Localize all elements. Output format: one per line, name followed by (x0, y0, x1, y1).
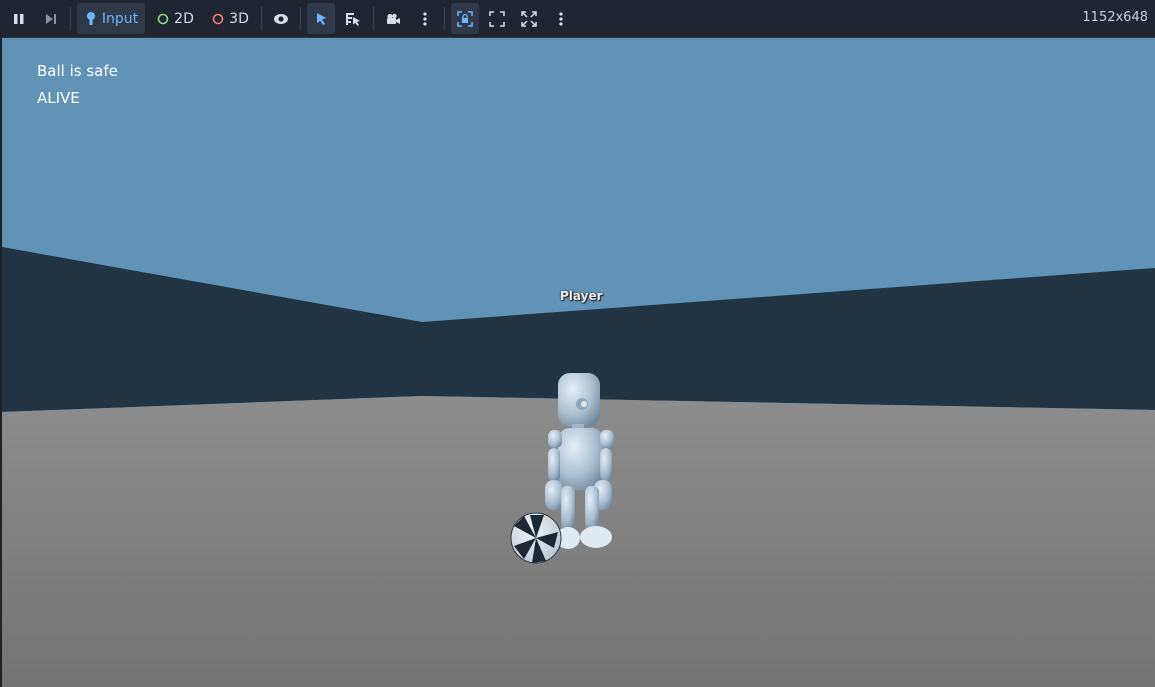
next-frame-button[interactable] (38, 3, 64, 34)
eye-icon (274, 13, 288, 24)
circle-2d-icon (157, 13, 169, 24)
toolbar-separator (300, 7, 301, 30)
toolbar-separator (261, 7, 262, 30)
player-name-label: Player (560, 289, 603, 303)
keep-aspect-button[interactable] (484, 3, 510, 34)
toolbar-separator (373, 7, 374, 30)
lock-frame-icon (457, 10, 473, 27)
mode-3d-label: 3D (229, 10, 249, 27)
embed-lock-button[interactable] (451, 3, 479, 34)
camera-button[interactable] (380, 3, 406, 34)
expand-corners-icon (489, 10, 505, 27)
scene-render (2, 38, 1155, 687)
pause-icon (14, 13, 24, 24)
resolution-label: 1152x648 (1082, 10, 1148, 25)
mode-2d-label: 2D (174, 10, 194, 27)
mode-3d-button[interactable]: 3D (205, 3, 255, 34)
fullscreen-button[interactable] (516, 3, 542, 34)
list-select-button[interactable] (340, 3, 366, 34)
game-viewport[interactable]: Ball is safe ALIVE Player (2, 38, 1155, 687)
soccer-ball (510, 512, 562, 564)
mode-2d-button[interactable]: 2D (151, 3, 199, 34)
toolbar-separator (444, 7, 445, 30)
circle-3d-icon (212, 13, 224, 24)
game-toolbar: Input 2D 3D 1152x648 (0, 0, 1155, 38)
embed-options-menu[interactable] (548, 3, 574, 34)
cursor-arrow-icon (317, 12, 326, 25)
toolbar-separator (70, 7, 71, 30)
kebab-menu-icon (423, 11, 427, 26)
camera-icon (387, 13, 400, 24)
input-mode-button[interactable]: Input (77, 3, 145, 34)
kebab-menu-icon (559, 11, 563, 26)
fullscreen-icon (521, 10, 537, 27)
input-mode-label: Input (101, 10, 139, 27)
step-forward-icon (46, 13, 56, 24)
camera-options-menu[interactable] (412, 3, 438, 34)
pause-button[interactable] (6, 3, 32, 34)
alive-status-text: ALIVE (37, 89, 80, 107)
visibility-button[interactable] (268, 3, 294, 34)
select-tool-button[interactable] (307, 3, 335, 34)
list-cursor-icon (346, 12, 360, 26)
ball-status-text: Ball is safe (37, 62, 118, 80)
joystick-icon (86, 11, 95, 25)
